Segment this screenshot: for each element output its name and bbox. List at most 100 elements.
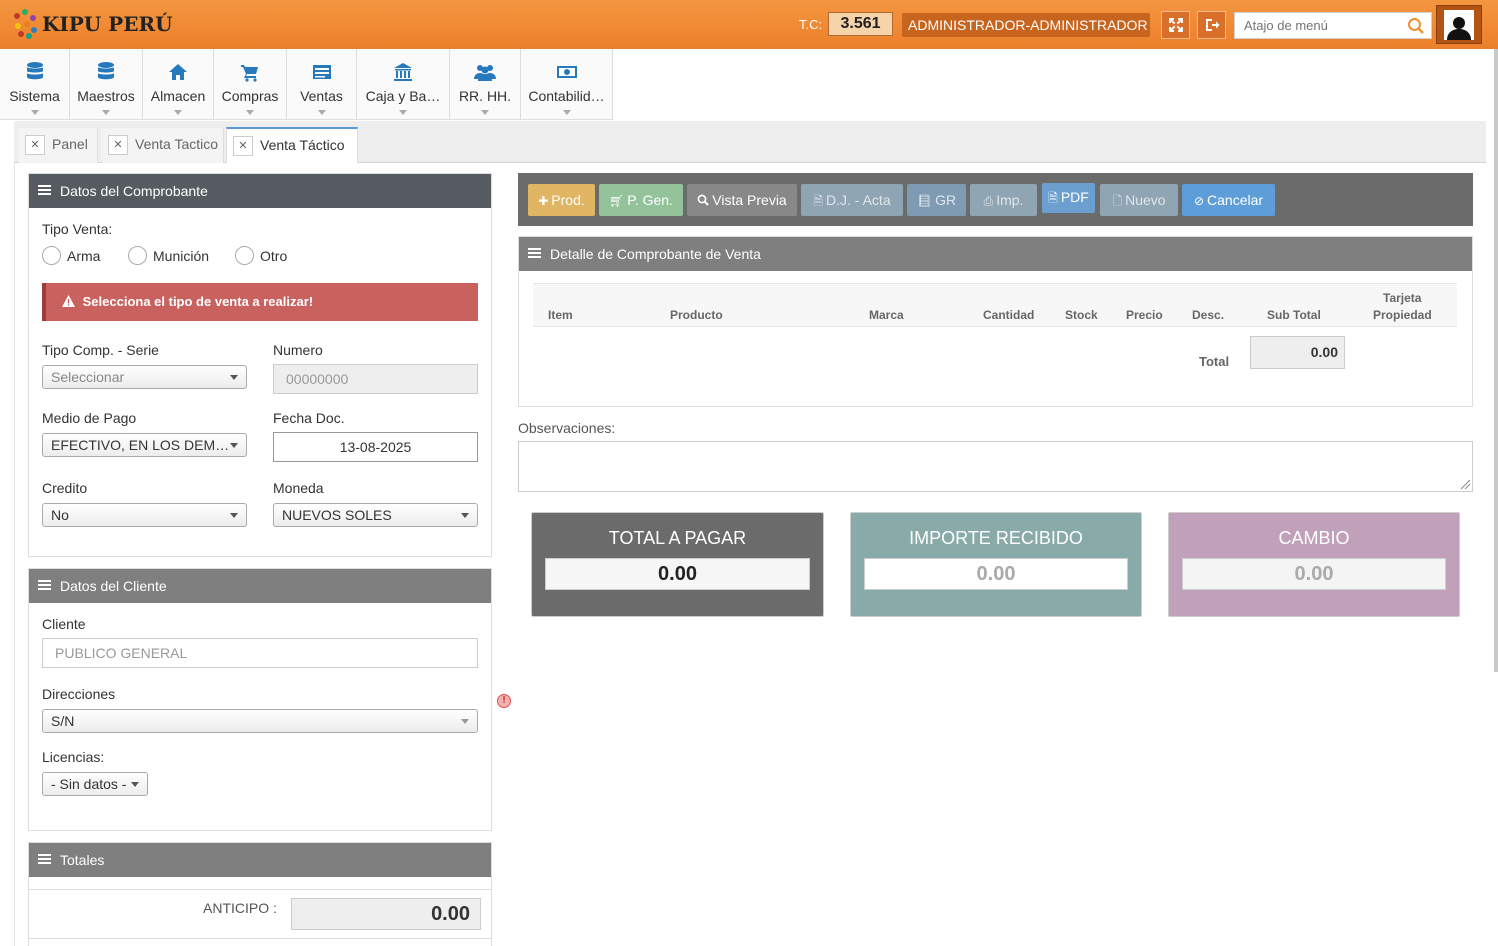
menu-item-rrhh[interactable]: RR. HH. bbox=[450, 49, 521, 120]
error-icon[interactable]: ! bbox=[497, 694, 511, 708]
resize-handle-icon[interactable] bbox=[1459, 478, 1471, 490]
close-icon[interactable]: ✕ bbox=[25, 135, 45, 156]
logout-button[interactable] bbox=[1197, 11, 1226, 39]
tab-panel[interactable]: ✕ Panel bbox=[19, 128, 98, 163]
licencias-select[interactable]: - Sin datos - bbox=[42, 772, 148, 796]
logo-text: KIPU PERÚ bbox=[42, 12, 173, 36]
radio-municion[interactable] bbox=[128, 246, 147, 265]
fullscreen-button[interactable] bbox=[1161, 11, 1190, 39]
moneda-label: Moneda bbox=[273, 480, 324, 496]
caret-down-icon bbox=[131, 782, 139, 787]
user-icon bbox=[1447, 16, 1471, 40]
add-product-button[interactable]: ✚ Prod. bbox=[528, 184, 595, 216]
list-icon bbox=[528, 248, 541, 260]
cliente-label: Cliente bbox=[42, 616, 86, 632]
button-label: Vista Previa bbox=[712, 192, 787, 208]
tab-label: Venta Táctico bbox=[260, 137, 345, 153]
menu-item-sistema[interactable]: Sistema bbox=[0, 49, 70, 120]
anticipo-input[interactable]: 0.00 bbox=[291, 898, 481, 930]
direcciones-select[interactable]: S/N bbox=[42, 709, 478, 733]
menu-item-caja-bancos[interactable]: Caja y Ba… bbox=[357, 49, 450, 120]
col-marca: Marca bbox=[869, 308, 904, 322]
col-precio: Precio bbox=[1126, 308, 1163, 322]
p-gen-button[interactable]: 🛒︎ P. Gen. bbox=[599, 184, 683, 216]
app-logo[interactable]: KIPU PERÚ bbox=[12, 8, 173, 40]
observaciones-textarea[interactable] bbox=[518, 441, 1473, 492]
medio-pago-label: Medio de Pago bbox=[42, 410, 137, 426]
radio-otro[interactable] bbox=[235, 246, 254, 265]
button-label: PDF bbox=[1060, 189, 1089, 205]
list-icon bbox=[312, 65, 331, 79]
top-header: KIPU PERÚ T.C: 3.561 ADMINISTRADOR-ADMIN… bbox=[0, 0, 1498, 57]
search-input[interactable] bbox=[1235, 13, 1405, 38]
menu-label: Compras bbox=[221, 88, 279, 104]
menu-label: RR. HH. bbox=[458, 88, 512, 104]
expand-icon bbox=[1168, 18, 1183, 32]
logout-icon bbox=[1205, 19, 1219, 31]
caret-down-icon bbox=[246, 110, 254, 115]
page-scrollbar[interactable] bbox=[1494, 49, 1498, 672]
close-icon[interactable]: ✕ bbox=[108, 135, 128, 156]
medio-pago-select[interactable]: EFECTIVO, EN LOS DEM… bbox=[42, 433, 247, 457]
menu-item-compras[interactable]: Compras bbox=[214, 49, 287, 120]
caret-down-icon bbox=[562, 110, 571, 115]
panel-title: Datos del Cliente bbox=[60, 578, 167, 594]
vista-previa-button[interactable]: Vista Previa bbox=[687, 184, 797, 216]
panel-header: Detalle de Comprobante de Venta bbox=[519, 237, 1472, 271]
importe-recibido-input[interactable]: 0.00 bbox=[864, 558, 1128, 590]
panel-title: Datos del Comprobante bbox=[60, 183, 208, 199]
caret-down-icon bbox=[230, 443, 238, 448]
credito-select[interactable]: No bbox=[42, 503, 247, 527]
print-button[interactable]: ⎙ Imp. bbox=[970, 184, 1037, 216]
radio-label: Munición bbox=[153, 248, 210, 264]
list-icon bbox=[38, 854, 51, 866]
radio-label: Arma bbox=[67, 248, 101, 264]
totales-panel: Totales bbox=[28, 842, 492, 946]
chevron-down-icon: ⌄ bbox=[908, 46, 917, 57]
numero-label: Numero bbox=[273, 342, 323, 358]
pdf-button[interactable]: 🗎︎ PDF bbox=[1042, 183, 1095, 213]
numero-input[interactable]: 00000000 bbox=[273, 364, 478, 394]
main-menu: Sistema Maestros Almacen Compras Ventas … bbox=[0, 49, 613, 120]
search-icon[interactable] bbox=[1407, 17, 1425, 35]
menu-item-ventas[interactable]: Ventas bbox=[287, 49, 357, 120]
avatar[interactable] bbox=[1436, 5, 1482, 44]
tab-venta-tactico[interactable]: ✕ Venta Tactico bbox=[102, 128, 224, 163]
credito-label: Credito bbox=[42, 480, 88, 496]
fecha-label: Fecha Doc. bbox=[273, 410, 345, 426]
cancelar-button[interactable]: ⊘ Cancelar bbox=[1182, 184, 1275, 216]
menu-label: Maestros bbox=[77, 88, 135, 104]
tipo-comp-select[interactable]: Seleccionar bbox=[42, 365, 247, 389]
users-icon bbox=[474, 65, 496, 81]
button-label: Imp. bbox=[996, 192, 1024, 208]
gr-button[interactable]: 📘︎ GR bbox=[907, 184, 966, 216]
total-label: Total bbox=[1199, 354, 1230, 369]
alert-text: Selecciona el tipo de venta a realizar! bbox=[82, 294, 314, 309]
col-propiedad: Propiedad bbox=[1373, 308, 1432, 322]
menu-item-contabilidad[interactable]: Contabilid… bbox=[521, 49, 613, 120]
money-icon bbox=[556, 66, 577, 78]
menu-item-maestros[interactable]: Maestros bbox=[70, 49, 143, 120]
nuevo-button[interactable]: 🗋︎ Nuevo bbox=[1100, 184, 1178, 216]
moneda-select[interactable]: NUEVOS SOLES bbox=[273, 503, 478, 527]
cliente-input[interactable]: PUBLICO GENERAL bbox=[42, 638, 478, 668]
cambio-box: CAMBIO 0.00 bbox=[1168, 512, 1460, 617]
panel-title: Detalle de Comprobante de Venta bbox=[550, 246, 761, 262]
fecha-input[interactable]: 13-08-2025 bbox=[273, 432, 478, 462]
list-icon bbox=[38, 185, 51, 197]
menu-item-almacen[interactable]: Almacen bbox=[143, 49, 214, 120]
tipo-venta-alert: Selecciona el tipo de venta a realizar! bbox=[42, 283, 478, 321]
user-dropdown[interactable]: ADMINISTRADOR-ADMINISTRADOR ⌄ bbox=[902, 13, 1150, 57]
home-icon bbox=[169, 64, 187, 80]
menu-search[interactable] bbox=[1234, 12, 1432, 39]
tc-label: T.C: bbox=[799, 17, 823, 32]
dj-acta-button[interactable]: 🗎︎ D.J. - Acta bbox=[801, 184, 903, 216]
observaciones-label: Observaciones: bbox=[518, 420, 616, 436]
book-icon: 📘︎ bbox=[916, 194, 933, 208]
radio-arma[interactable] bbox=[42, 246, 61, 265]
tab-venta-tactico-active[interactable]: ✕ Venta Táctico bbox=[226, 127, 358, 163]
close-icon[interactable]: ✕ bbox=[233, 136, 253, 157]
select-value: No bbox=[51, 507, 69, 523]
tipo-venta-label: Tipo Venta: bbox=[42, 221, 113, 237]
cart-icon bbox=[241, 65, 258, 82]
